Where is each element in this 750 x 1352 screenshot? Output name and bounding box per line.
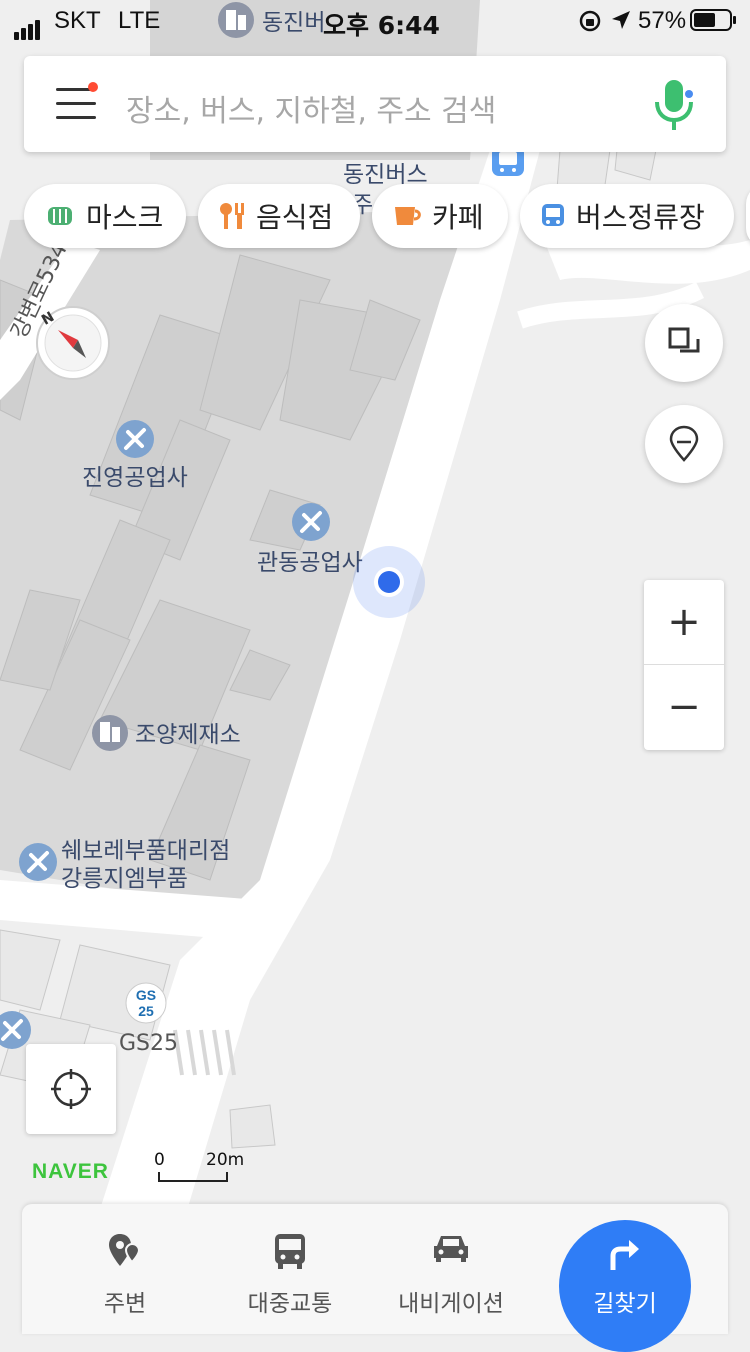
svg-text:진영공업사: 진영공업사 <box>82 465 188 491</box>
coffee-cup-icon <box>392 203 422 229</box>
battery-percent: 57% <box>638 7 687 34</box>
nav-label: 주변 <box>103 1291 147 1317</box>
svg-text:GS25: GS25 <box>119 1031 178 1056</box>
time-label: 오후 6:44 <box>323 11 440 40</box>
nav-nearby[interactable]: 주변 <box>50 1204 200 1334</box>
nav-label: 내비게이션 <box>398 1291 504 1317</box>
my-location-button[interactable] <box>26 1044 116 1134</box>
fork-knife-icon <box>218 201 246 231</box>
chip-bus-stop[interactable]: 버스정류장 <box>520 184 734 248</box>
battery-icon <box>690 9 736 31</box>
chip-mask[interactable]: 마스크 <box>24 184 186 248</box>
search-input[interactable]: 장소, 버스, 지하철, 주소 검색 <box>126 86 496 130</box>
svg-text:강릉지엠부품: 강릉지엠부품 <box>61 866 188 892</box>
nav-transit[interactable]: 대중교통 <box>215 1204 365 1334</box>
search-box[interactable]: 장소, 버스, 지하철, 주소 검색 <box>24 56 726 152</box>
nearby-pin-icon <box>50 1232 200 1268</box>
bus-icon <box>540 202 566 230</box>
nav-label: 길찾기 <box>593 1291 657 1317</box>
chip-label: 카페 <box>432 201 484 234</box>
transit-bus-icon <box>215 1232 365 1270</box>
nav-label: 대중교통 <box>247 1291 333 1317</box>
svg-text:GS: GS <box>136 987 156 1003</box>
zoom-control[interactable]: + − <box>644 580 724 750</box>
svg-text:쉐보레부품대리점: 쉐보레부품대리점 <box>61 838 230 864</box>
zoom-out-button[interactable]: − <box>644 665 724 749</box>
zoom-in-button[interactable]: + <box>644 580 724 664</box>
layers-icon <box>668 327 700 353</box>
chip-label: 음식점 <box>256 201 334 234</box>
location-arrow-icon <box>612 11 630 29</box>
svg-text:조양제재소: 조양제재소 <box>135 722 241 748</box>
mask-icon <box>44 205 76 227</box>
current-location-dot <box>353 546 425 618</box>
map-scale: 0 20m <box>150 1150 260 1186</box>
scale-bar <box>158 1172 228 1182</box>
car-icon <box>376 1232 526 1264</box>
scale-end: 20m <box>206 1150 245 1170</box>
status-bar: SKT LTE 오후 6:44 57% <box>0 0 750 40</box>
scale-start: 0 <box>154 1150 165 1170</box>
turn-right-arrow-icon <box>607 1238 641 1276</box>
nav-directions[interactable]: 길찾기 <box>559 1220 691 1352</box>
map-pin-icon <box>669 425 699 462</box>
signal-icon <box>14 12 42 40</box>
svg-text:25: 25 <box>138 1003 154 1019</box>
microphone-icon[interactable] <box>652 78 696 134</box>
place-pin-button[interactable] <box>645 405 723 483</box>
menu-icon[interactable] <box>56 82 98 122</box>
rotation-lock-icon <box>579 10 601 32</box>
nav-navigation[interactable]: 내비게이션 <box>376 1204 526 1334</box>
carrier-label: SKT <box>54 7 101 34</box>
chip-label: 마스크 <box>86 201 164 234</box>
layers-button[interactable] <box>645 304 723 382</box>
chip-restaurant[interactable]: 음식점 <box>198 184 360 248</box>
crosshair-icon <box>51 1069 91 1109</box>
naver-logo: NAVER <box>32 1160 109 1183</box>
notification-dot <box>88 82 98 92</box>
bottom-nav: 주변 대중교통 내비게이션 길찾기 <box>22 1204 728 1352</box>
compass[interactable]: N <box>36 306 110 380</box>
chip-label: 버스정류장 <box>576 201 705 234</box>
svg-text:관동공업사: 관동공업사 <box>257 550 363 576</box>
chip-cafe[interactable]: 카페 <box>372 184 508 248</box>
network-label: LTE <box>118 7 161 34</box>
